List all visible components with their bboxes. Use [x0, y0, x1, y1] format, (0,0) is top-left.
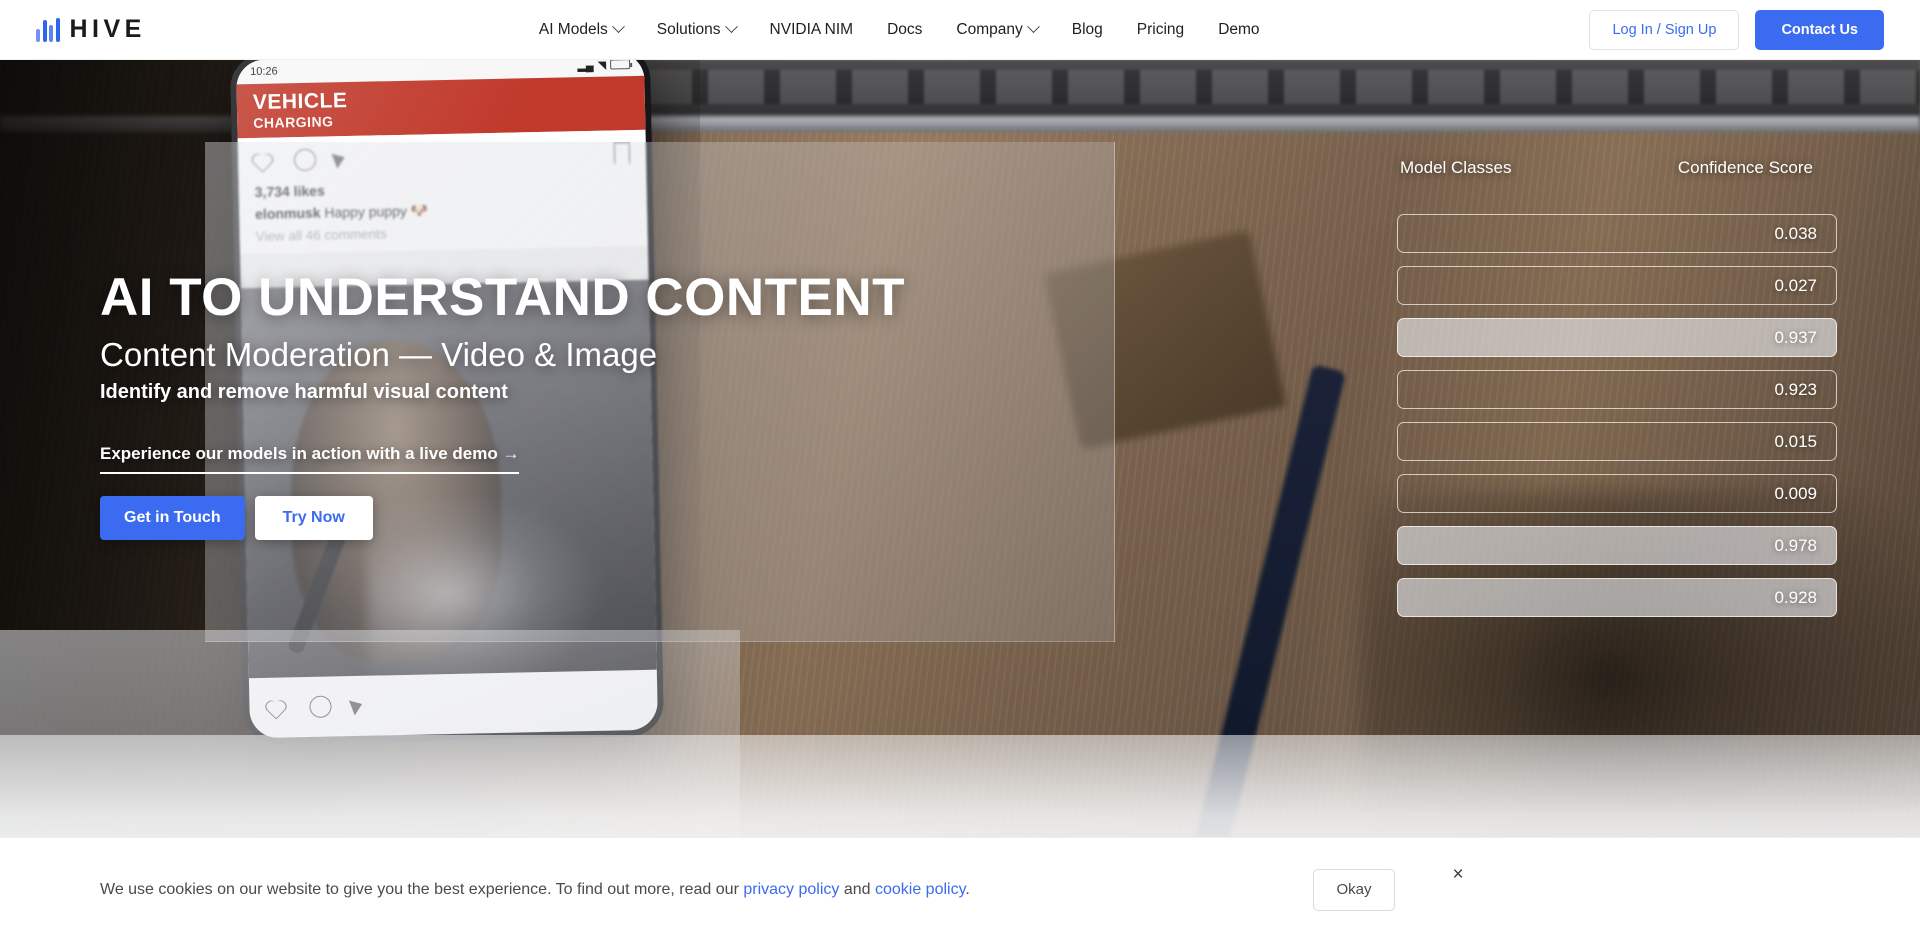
wifi-icon: ◥ — [597, 60, 607, 72]
hero-buttons: Get in Touch Try Now — [100, 495, 905, 540]
model-classes-header: Model Classes — [1400, 158, 1512, 177]
cookie-okay-button[interactable]: Okay — [1313, 868, 1395, 911]
live-demo-link[interactable]: Experience our models in action with a l… — [100, 444, 520, 474]
result-row[interactable]: 0.027 — [1397, 266, 1837, 305]
result-row[interactable]: 0.978 — [1397, 526, 1837, 565]
cookie-text-before: We use cookies on our website to give yo… — [100, 880, 744, 898]
nav-item-docs[interactable]: Docs — [887, 21, 922, 39]
cookie-banner: We use cookies on our website to give yo… — [0, 837, 1920, 941]
result-score: 0.027 — [1774, 275, 1817, 295]
battery-icon — [610, 60, 631, 70]
nav-label: NVIDIA NIM — [769, 20, 854, 38]
nav-label: Company — [956, 20, 1023, 38]
result-row[interactable]: 0.937 — [1397, 318, 1837, 357]
nav-item-pricing[interactable]: Pricing — [1137, 21, 1184, 39]
nav-label: AI Models — [538, 20, 608, 38]
chevron-down-icon — [724, 20, 738, 34]
signal-icon: ▂▄ — [577, 60, 594, 72]
hero-section: 10:26 ▂▄ ◥ VEHICLE CHARGING 3,734 likes … — [0, 60, 1920, 881]
result-score: 0.009 — [1774, 483, 1817, 503]
result-score: 0.038 — [1774, 223, 1817, 243]
results-rows: 0.038 0.027 0.937 0.923 0.015 0.009 0.97… — [1397, 214, 1837, 617]
nav-label: Solutions — [656, 20, 721, 38]
chevron-down-icon — [1026, 20, 1040, 34]
result-score: 0.923 — [1774, 379, 1817, 399]
result-row[interactable]: 0.038 — [1397, 214, 1837, 253]
contact-us-button[interactable]: Contact Us — [1755, 10, 1884, 50]
cookie-policy-link[interactable]: cookie policy — [875, 880, 965, 897]
chevron-down-icon — [611, 20, 625, 34]
status-time: 10:26 — [250, 65, 278, 79]
site-header: HIVE AI Models Solutions NVIDIA NIM Docs… — [0, 0, 1920, 60]
phone-banner: VEHICLE CHARGING — [236, 75, 646, 139]
result-row[interactable]: 0.923 — [1397, 370, 1837, 409]
login-signup-button[interactable]: Log In / Sign Up — [1589, 10, 1740, 50]
nav-label: Blog — [1071, 20, 1103, 38]
logo[interactable]: HIVE — [36, 15, 146, 44]
nav-item-demo[interactable]: Demo — [1218, 21, 1259, 39]
result-score: 0.978 — [1774, 535, 1817, 555]
status-icons: ▂▄ ◥ — [577, 60, 631, 72]
result-row[interactable]: 0.009 — [1397, 474, 1837, 513]
result-score: 0.928 — [1774, 587, 1817, 607]
nav-label: Docs — [887, 20, 923, 38]
main-navigation: AI Models Solutions NVIDIA NIM Docs Comp… — [538, 20, 1260, 39]
try-now-button[interactable]: Try Now — [254, 495, 373, 540]
results-header: Model Classes Confidence Score — [1397, 158, 1837, 192]
model-results-panel: Model Classes Confidence Score 0.038 0.0… — [1397, 158, 1837, 617]
cookie-text-after: . — [965, 880, 970, 898]
logo-text: HIVE — [69, 15, 146, 43]
result-row[interactable]: 0.928 — [1397, 578, 1837, 617]
hero-copy: AI TO UNDERSTAND CONTENT Content Moderat… — [100, 270, 905, 540]
nav-label: Pricing — [1136, 20, 1185, 38]
confidence-score-header: Confidence Score — [1677, 158, 1813, 177]
nav-label: Demo — [1218, 20, 1260, 38]
hero-description: Identify and remove harmful visual conte… — [100, 380, 508, 403]
nav-item-solutions[interactable]: Solutions — [656, 20, 738, 39]
nav-item-blog[interactable]: Blog — [1072, 21, 1103, 39]
hero-subtitle: Content Moderation — Video & Image — [100, 335, 658, 373]
result-row[interactable]: 0.015 — [1397, 422, 1837, 461]
cookie-text-between: and — [839, 880, 875, 898]
result-score: 0.937 — [1774, 327, 1817, 347]
nav-item-nvidia-nim[interactable]: NVIDIA NIM — [770, 21, 854, 39]
result-score: 0.015 — [1774, 431, 1817, 451]
page-title: AI TO UNDERSTAND CONTENT — [100, 268, 906, 327]
privacy-policy-link[interactable]: privacy policy — [743, 880, 839, 897]
nav-item-company[interactable]: Company — [956, 20, 1040, 39]
nav-item-ai-models[interactable]: AI Models — [538, 20, 625, 39]
header-actions: Log In / Sign Up Contact Us — [1589, 10, 1884, 50]
get-in-touch-button[interactable]: Get in Touch — [100, 495, 245, 540]
close-icon[interactable]: × — [1447, 864, 1469, 886]
hive-logo-icon — [36, 17, 60, 42]
cookie-banner-text: We use cookies on our website to give yo… — [100, 878, 970, 900]
